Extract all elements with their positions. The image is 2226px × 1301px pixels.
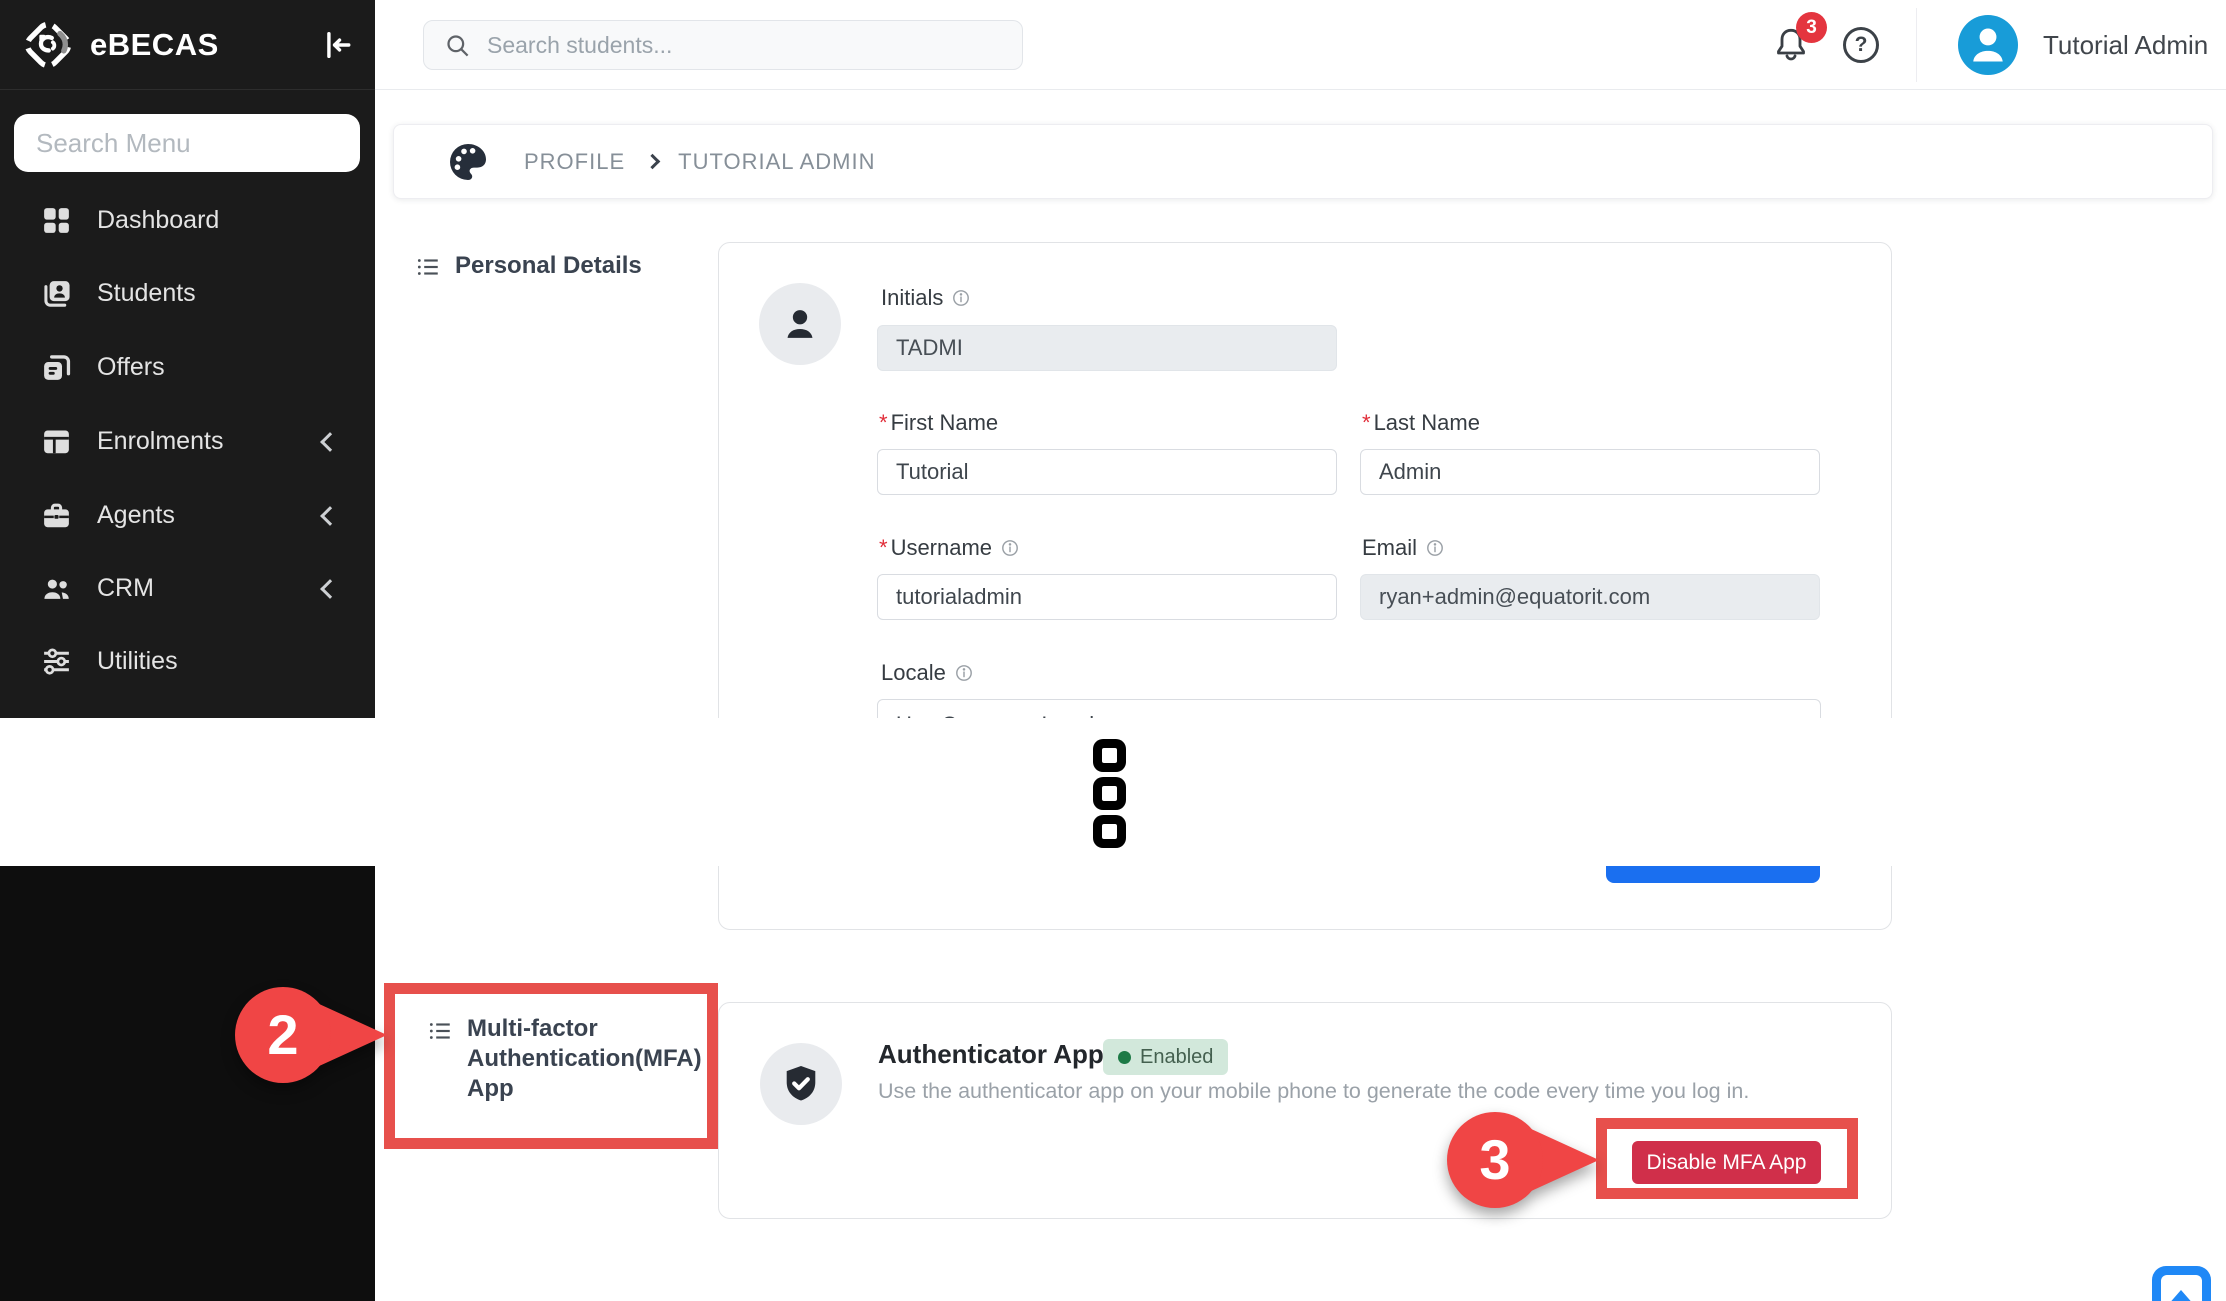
svg-text:2: 2 [267, 1003, 298, 1066]
sidebar-item-utilities[interactable]: Utilities [0, 625, 375, 698]
locale-label: Locale [881, 660, 973, 686]
topbar-divider [1916, 8, 1917, 82]
brand-name: eBECAS [90, 27, 219, 63]
username-field[interactable] [877, 574, 1337, 620]
status-dot-icon [1118, 1051, 1131, 1064]
sidebar-item-enrolments[interactable]: Enrolments [0, 405, 375, 478]
user-name: Tutorial Admin [2043, 0, 2208, 90]
help-icon[interactable] [1843, 27, 1879, 63]
student-search [423, 20, 1023, 70]
student-search-input[interactable] [487, 21, 1002, 69]
dashboard-icon [40, 204, 73, 237]
content-cut-indicator [1093, 739, 1126, 772]
initials-label: Initials [881, 285, 970, 311]
authenticator-title: Authenticator App [878, 1039, 1104, 1070]
list-icon [415, 254, 441, 280]
sidebar-item-label: Utilities [97, 647, 178, 676]
last-name-field[interactable] [1360, 449, 1820, 495]
section-nav-label: Personal Details [455, 252, 642, 280]
sidebar-item-crm[interactable]: CRM [0, 552, 375, 625]
username-label: * Username [879, 535, 1019, 561]
person-icon [778, 302, 822, 346]
info-icon [1001, 539, 1019, 557]
sidebar: eBECAS Dashboard Studen [0, 0, 375, 718]
search-icon [444, 32, 471, 59]
disable-mfa-button[interactable]: Disable MFA App [1632, 1141, 1821, 1184]
topbar: 3 Tutorial Admin [375, 0, 2226, 90]
info-icon [955, 664, 973, 682]
section-nav-personal-details[interactable]: Personal Details [415, 252, 642, 280]
mfa-nav-highlight-box: Multi-factor Authentication(MFA) App [384, 983, 718, 1149]
sidebar-item-label: Enrolments [97, 427, 223, 456]
notification-count-badge: 3 [1796, 12, 1827, 43]
first-name-field[interactable] [877, 449, 1337, 495]
status-badge: Enabled [1103, 1039, 1228, 1075]
breadcrumb: PROFILE TUTORIAL ADMIN [393, 124, 2213, 199]
sidebar-item-students[interactable]: Students [0, 257, 375, 330]
authenticator-app-card: Authenticator App Enabled Use the authen… [718, 1002, 1892, 1219]
sidebar-item-label: Dashboard [97, 206, 219, 235]
chevron-left-icon [320, 506, 340, 526]
sidebar-item-label: Offers [97, 353, 165, 382]
chevron-left-icon [320, 432, 340, 452]
shield-avatar [760, 1043, 842, 1125]
content-cut-indicator [1093, 815, 1126, 848]
enrolments-icon [40, 425, 73, 458]
first-name-label: * First Name [879, 410, 998, 436]
scroll-to-top-button[interactable] [2152, 1266, 2211, 1301]
sidebar-item-label: Students [97, 279, 196, 308]
utilities-icon [40, 645, 73, 678]
offers-icon [40, 351, 73, 384]
ebecas-logo-icon [22, 19, 74, 71]
palette-icon [444, 138, 492, 186]
callout-step-3: 3 [1437, 1110, 1602, 1220]
user-avatar[interactable] [1958, 15, 2018, 75]
sidebar-search-input[interactable] [14, 114, 360, 172]
sidebar-item-label: CRM [97, 574, 154, 603]
breadcrumb-current: TUTORIAL ADMIN [678, 149, 875, 175]
email-label: Email [1362, 535, 1444, 561]
shield-check-icon [779, 1062, 823, 1106]
initials-field [877, 325, 1337, 371]
students-icon [40, 277, 73, 310]
chevron-left-icon [320, 579, 340, 599]
notifications-button[interactable]: 3 [1771, 24, 1815, 70]
svg-text:3: 3 [1479, 1128, 1510, 1191]
breadcrumb-section[interactable]: PROFILE [524, 149, 625, 175]
content-cut-indicator [1093, 777, 1126, 810]
sidebar-item-offers[interactable]: Offers [0, 331, 375, 404]
agents-icon [40, 499, 73, 532]
section-nav-mfa[interactable]: Multi-factor Authentication(MFA) App [395, 994, 707, 1138]
authenticator-description: Use the authenticator app on your mobile… [878, 1079, 1749, 1104]
sidebar-item-agents[interactable]: Agents [0, 479, 375, 552]
sidebar-item-dashboard[interactable]: Dashboard [0, 184, 375, 257]
arrow-up-icon [2167, 1290, 2195, 1301]
info-icon [1426, 539, 1444, 557]
crm-icon [40, 572, 73, 605]
chevron-right-icon [645, 154, 661, 170]
callout-step-2: 2 [225, 985, 390, 1095]
sidebar-search [14, 114, 360, 172]
sidebar-header: eBECAS [0, 0, 375, 90]
person-icon [1962, 19, 2014, 71]
info-icon [952, 289, 970, 307]
last-name-label: * Last Name [1362, 410, 1480, 436]
profile-avatar [759, 283, 841, 365]
list-icon [427, 1018, 453, 1044]
email-field [1360, 574, 1820, 620]
sidebar-item-label: Agents [97, 501, 175, 530]
sidebar-collapse-icon[interactable] [319, 28, 353, 62]
app-window: eBECAS Dashboard Studen [0, 0, 2226, 1301]
section-nav-label: Multi-factor Authentication(MFA) App [467, 1014, 707, 1104]
